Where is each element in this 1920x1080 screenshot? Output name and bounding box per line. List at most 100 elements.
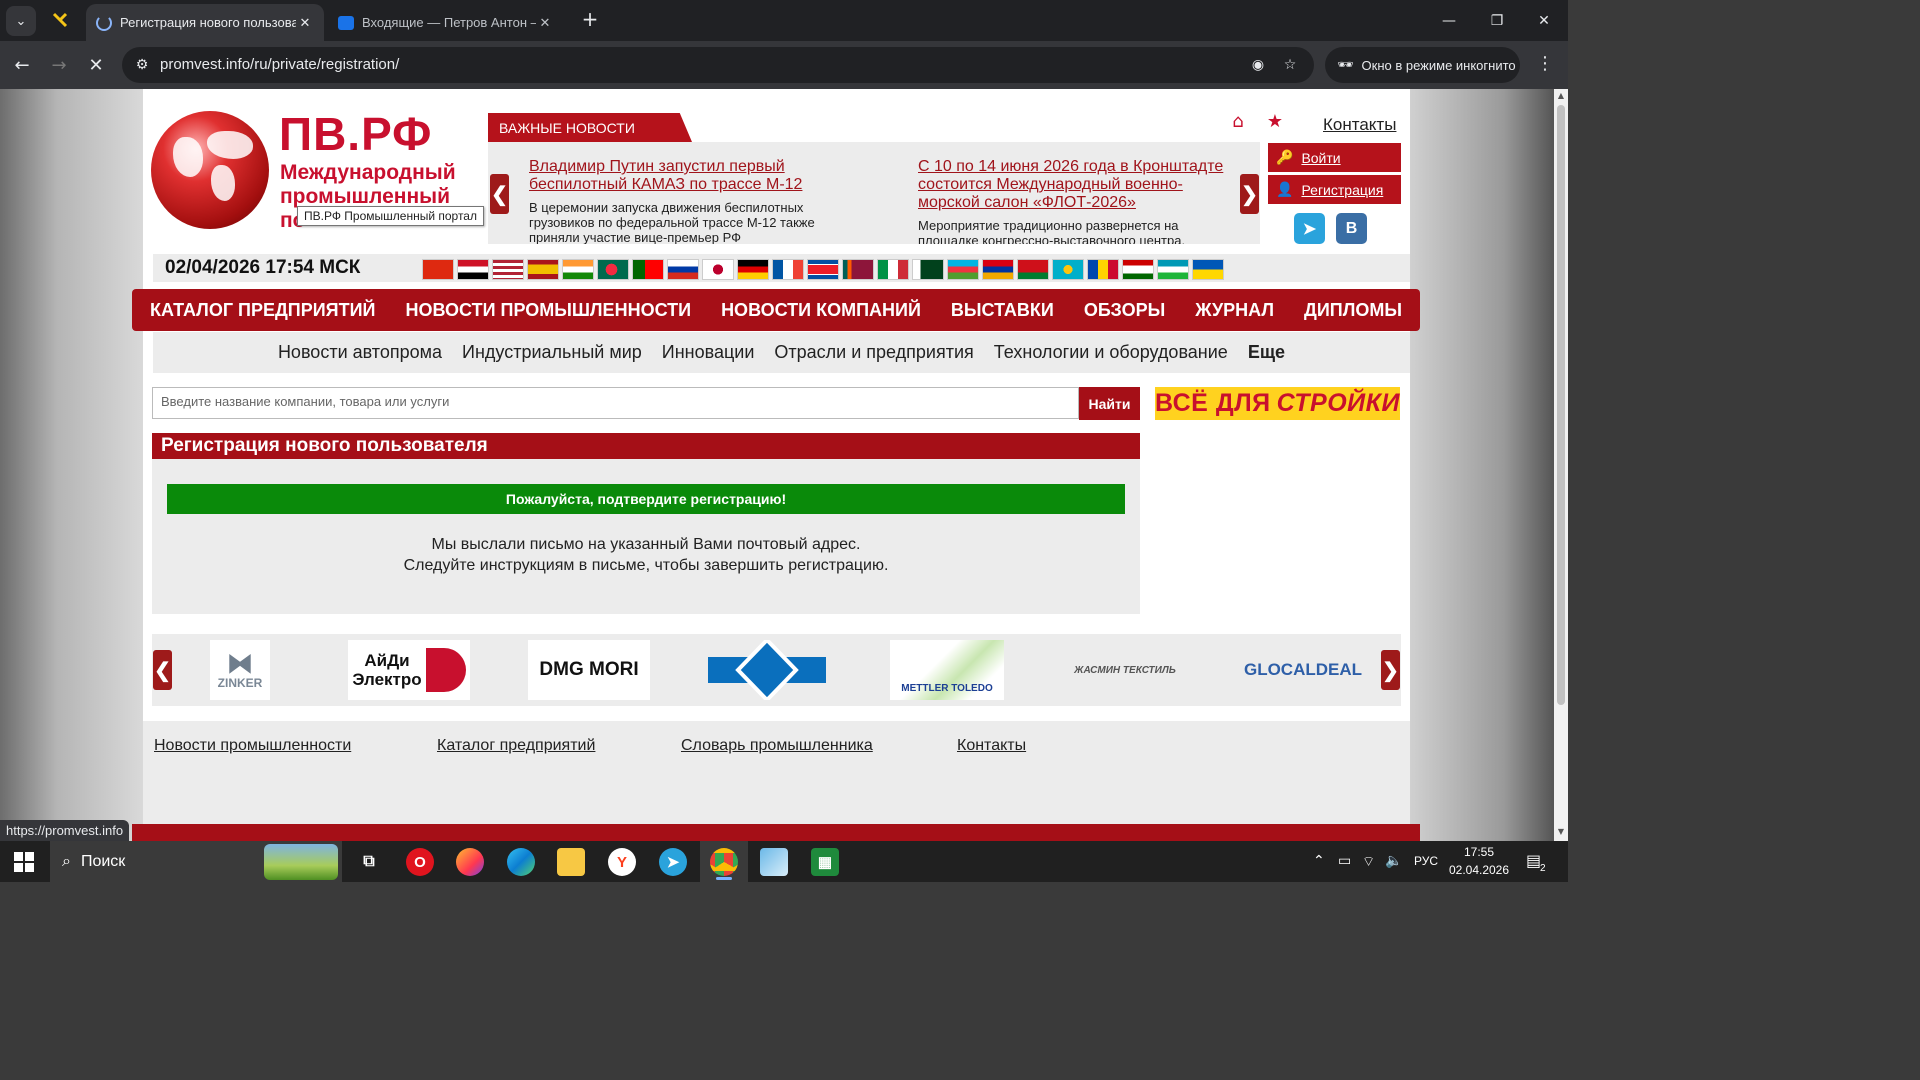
flag-azerbaijan-icon[interactable] (947, 259, 979, 280)
construction-banner[interactable]: ВСЁ ДЛЯ СТРОЙКИ (1155, 387, 1400, 420)
forward-button[interactable]: → (45, 51, 73, 79)
scroll-down-icon[interactable]: ▼ (1556, 827, 1566, 836)
incognito-indicator[interactable]: 🕶 Окно в режиме инкогнито (1325, 47, 1520, 83)
clock-time[interactable]: 17:55 (1448, 845, 1510, 859)
nav-company-news[interactable]: НОВОСТИ КОМПАНИЙ (706, 300, 936, 321)
nav-catalog[interactable]: КАТАЛОГ ПРЕДПРИЯТИЙ (135, 300, 390, 321)
home-icon[interactable]: ⌂ (1228, 111, 1248, 132)
register-button[interactable]: 👤 Регистрация (1268, 175, 1401, 204)
footer-link-industry-news[interactable]: Новости промышленности (154, 737, 351, 755)
flag-bangladesh-icon[interactable] (597, 259, 629, 280)
flag-ukraine-icon[interactable] (1192, 259, 1224, 280)
logo-globe-icon[interactable] (151, 111, 269, 229)
flag-germany-icon[interactable] (737, 259, 769, 280)
footer-link-catalog[interactable]: Каталог предприятий (437, 737, 595, 755)
flag-armenia-icon[interactable] (982, 259, 1014, 280)
flag-portugal-icon[interactable] (632, 259, 664, 280)
nav-magazine[interactable]: ЖУРНАЛ (1180, 300, 1289, 321)
flag-pakistan-icon[interactable] (912, 259, 944, 280)
partner-logo-zinker[interactable]: ⧓ ZINKER (210, 640, 270, 700)
news-title[interactable]: Владимир Путин запустил первый беспилотн… (529, 158, 839, 194)
flag-moldova-icon[interactable] (1087, 259, 1119, 280)
taskbar-search[interactable]: ⌕ Поиск (50, 841, 342, 882)
contacts-link[interactable]: Контакты (1323, 115, 1396, 135)
close-tab-icon[interactable]: ✕ (536, 15, 554, 31)
partner-logo-aidi-electro[interactable]: АйДи Электро (348, 640, 470, 700)
subnav-innovations[interactable]: Инновации (652, 342, 765, 363)
scroll-thumb[interactable] (1557, 105, 1565, 705)
file-explorer-icon[interactable] (557, 848, 585, 876)
partner-logo-jasmin-textile[interactable]: ЖАСМИН ТЕКСТИЛЬ (1065, 640, 1185, 700)
subnav-auto-news[interactable]: Новости автопрома (268, 342, 452, 363)
notepad-icon[interactable] (760, 848, 788, 876)
telegram-taskbar-icon[interactable]: ➤ (659, 848, 687, 876)
page-scrollbar[interactable]: ▲ ▼ (1554, 89, 1568, 841)
chrome-icon[interactable] (710, 848, 738, 876)
vk-icon[interactable]: В (1336, 213, 1367, 244)
browser-menu-icon[interactable]: ⋮ (1536, 53, 1554, 74)
spreadsheet-icon[interactable]: ▦ (811, 848, 839, 876)
nav-industry-news[interactable]: НОВОСТИ ПРОМЫШЛЕННОСТИ (390, 300, 706, 321)
tracking-protection-icon[interactable]: ◉ (1248, 55, 1268, 75)
keyboard-language[interactable]: РУС (1414, 854, 1438, 868)
partner-logo-glocaldeal[interactable]: GLOCALDEAL (1241, 640, 1365, 700)
subnav-industries[interactable]: Отрасли и предприятия (764, 342, 983, 363)
edge-icon[interactable] (507, 848, 535, 876)
subnav-technologies[interactable]: Технологии и оборудование (984, 342, 1238, 363)
news-title[interactable]: С 10 по 14 июня 2026 года в Кронштадте с… (918, 158, 1228, 212)
flag-egypt-icon[interactable] (457, 259, 489, 280)
partner-logo-blue[interactable] (708, 640, 826, 700)
flag-china-icon[interactable] (422, 259, 454, 280)
flag-japan-icon[interactable] (702, 259, 734, 280)
close-tab-icon[interactable]: ✕ (296, 15, 314, 31)
notifications-icon[interactable]: ▤ (1526, 851, 1541, 870)
subnav-industrial-world[interactable]: Индустриальный мир (452, 342, 652, 363)
logo-title[interactable]: ПВ.РФ (279, 107, 432, 161)
back-button[interactable]: ← (8, 51, 36, 79)
flag-kazakhstan-icon[interactable] (1052, 259, 1084, 280)
bookmark-star-icon[interactable]: ☆ (1280, 55, 1300, 75)
opera-icon[interactable]: O (406, 848, 434, 876)
site-info-icon[interactable]: ⚙ (132, 55, 152, 75)
scroll-up-icon[interactable]: ▲ (1556, 91, 1566, 100)
news-item[interactable]: Владимир Путин запустил первый беспилотн… (529, 158, 839, 244)
yandex-browser-icon[interactable]: Y (608, 848, 636, 876)
start-button[interactable] (14, 852, 34, 872)
partner-logo-dmg-mori[interactable]: DMG MORI (528, 640, 650, 700)
flag-italy-icon[interactable] (877, 259, 909, 280)
address-bar[interactable]: ⚙ promvest.info/ru/private/registration/… (122, 47, 1314, 83)
news-prev-arrow[interactable]: ❮ (490, 174, 509, 214)
flag-tajikistan-icon[interactable] (1122, 259, 1154, 280)
partners-next-arrow[interactable]: ❯ (1381, 650, 1400, 690)
favorites-star-icon[interactable]: ★ (1265, 111, 1285, 132)
news-item[interactable]: С 10 по 14 июня 2026 года в Кронштадте с… (918, 158, 1228, 244)
restore-button[interactable]: ❐ (1473, 0, 1521, 41)
nav-reviews[interactable]: ОБЗОРЫ (1069, 300, 1180, 321)
partner-logo-mettler-toledo[interactable]: METTLER TOLEDO (890, 640, 1004, 700)
tab-inbox[interactable]: Входящие — Петров Антон — ✕ (328, 4, 564, 41)
flag-france-icon[interactable] (772, 259, 804, 280)
nav-diplomas[interactable]: ДИПЛОМЫ (1289, 300, 1417, 321)
new-tab-button[interactable]: + (578, 8, 602, 32)
search-button[interactable]: Найти (1079, 387, 1140, 420)
subnav-more[interactable]: Еще (1238, 342, 1295, 363)
search-input[interactable]: Введите название компании, товара или ус… (152, 387, 1079, 419)
telegram-icon[interactable]: ➤ (1294, 213, 1325, 244)
stop-loading-button[interactable]: ✕ (82, 51, 110, 79)
flag-sri-lanka-icon[interactable] (842, 259, 874, 280)
flag-uzbekistan-icon[interactable] (1157, 259, 1189, 280)
flag-usa-icon[interactable] (492, 259, 524, 280)
minimize-button[interactable]: — (1425, 0, 1473, 41)
footer-link-contacts[interactable]: Контакты (957, 737, 1026, 755)
close-window-button[interactable]: ✕ (1520, 0, 1568, 41)
flag-russia-icon[interactable] (667, 259, 699, 280)
login-button[interactable]: 🔑 Войти (1268, 143, 1401, 172)
flag-india-icon[interactable] (562, 259, 594, 280)
firefox-icon[interactable] (456, 848, 484, 876)
clock-date[interactable]: 02.04.2026 (1448, 863, 1510, 877)
footer-link-dictionary[interactable]: Словарь промышленника (681, 737, 873, 755)
wifi-icon[interactable]: ⌔ (1362, 853, 1375, 871)
pinned-tab[interactable] (48, 8, 72, 32)
task-view-icon[interactable]: ⧉ (355, 848, 383, 876)
volume-icon[interactable]: 🔈 (1385, 853, 1402, 869)
